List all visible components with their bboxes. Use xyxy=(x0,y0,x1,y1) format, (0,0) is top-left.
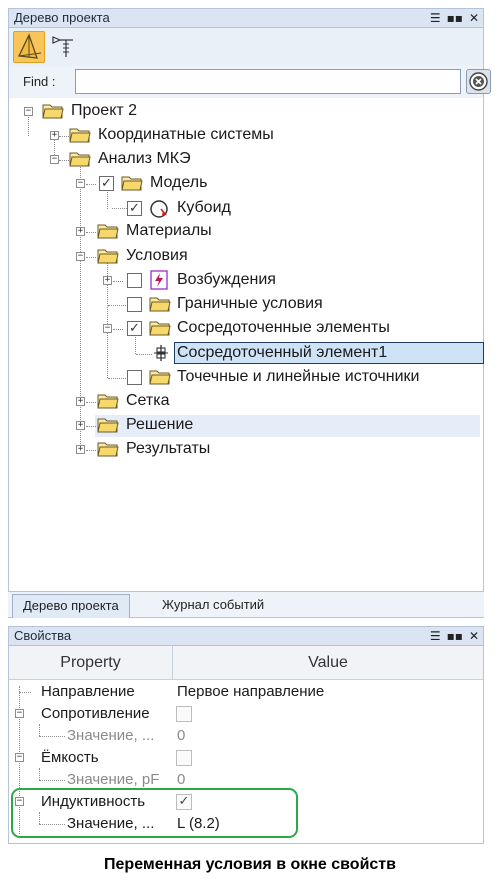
collapse-toggle[interactable]: − xyxy=(24,107,33,116)
collapse-toggle[interactable]: − xyxy=(15,753,24,762)
folder-icon xyxy=(149,321,171,336)
excitation-icon xyxy=(150,270,168,290)
tree-node-boundary-conditions[interactable]: Граничные условия xyxy=(177,294,323,314)
expand-toggle[interactable]: + xyxy=(76,445,85,454)
folder-icon xyxy=(69,128,91,143)
collapse-toggle[interactable]: − xyxy=(50,155,59,164)
constraint-tool-icon xyxy=(52,36,73,57)
property-value[interactable]: Первое направление xyxy=(177,681,324,703)
folder-icon xyxy=(149,370,171,385)
folder-icon xyxy=(149,297,171,312)
model-view-icon xyxy=(18,33,42,59)
tree-node-model[interactable]: Модель xyxy=(150,173,207,193)
column-header-property[interactable]: Property xyxy=(9,646,173,680)
collapse-toggle[interactable]: − xyxy=(15,709,24,718)
property-row[interactable]: Значение, ... 0 xyxy=(9,725,483,747)
find-bar: Find : xyxy=(8,66,491,98)
lumped-elements-checkbox[interactable]: ✓ xyxy=(127,321,142,336)
tree-node-lumped-element1[interactable]: Сосредоточенный элемент1 xyxy=(177,343,387,363)
tab-event-log[interactable]: Журнал событий xyxy=(152,594,274,618)
find-input[interactable] xyxy=(75,69,461,94)
lumped-element-icon xyxy=(154,345,168,361)
pin-icon[interactable]: ▪▪ xyxy=(447,628,463,644)
expand-toggle[interactable]: + xyxy=(103,276,112,285)
property-name: Сопротивление xyxy=(41,705,150,722)
property-value[interactable]: 0 xyxy=(177,725,185,747)
cuboid-checkbox[interactable]: ✓ xyxy=(127,201,142,216)
collapse-toggle[interactable]: − xyxy=(76,179,85,188)
folder-icon xyxy=(97,442,119,457)
property-name: Направление xyxy=(41,683,135,700)
collapse-toggle[interactable]: − xyxy=(103,324,112,333)
project-tree: − Проект 2 + Координатные системы − Анал… xyxy=(8,98,484,592)
capacitance-checkbox[interactable] xyxy=(176,750,192,766)
close-icon[interactable]: ✕ xyxy=(469,628,479,644)
folder-icon xyxy=(97,418,119,433)
folder-icon xyxy=(97,394,119,409)
tree-node-solution[interactable]: Решение xyxy=(126,415,193,435)
clear-search-button[interactable] xyxy=(466,69,491,94)
folder-icon xyxy=(97,224,119,239)
tree-node-project[interactable]: Проект 2 xyxy=(71,101,137,121)
property-row[interactable]: − Сопротивление xyxy=(9,703,483,725)
excitation-checkbox[interactable] xyxy=(127,273,142,288)
highlight-frame xyxy=(11,788,298,838)
project-tree-title: Дерево проекта xyxy=(14,10,110,25)
find-label: Find : xyxy=(23,74,56,89)
clear-search-icon xyxy=(469,72,488,91)
dock-menu-icon[interactable]: ☰ xyxy=(430,628,441,644)
model-checkbox[interactable]: ✓ xyxy=(99,176,114,191)
tree-toolbar xyxy=(8,28,484,66)
point-line-sources-checkbox[interactable] xyxy=(127,370,142,385)
boundary-conditions-checkbox[interactable] xyxy=(127,297,142,312)
panel-tabs: Дерево проекта Журнал событий xyxy=(8,592,484,618)
collapse-toggle[interactable]: − xyxy=(76,252,85,261)
property-name: Значение, ... xyxy=(67,727,155,744)
expand-toggle[interactable]: + xyxy=(76,397,85,406)
resistance-checkbox[interactable] xyxy=(176,706,192,722)
tree-node-fem-analysis[interactable]: Анализ МКЭ xyxy=(98,149,191,169)
column-header-value[interactable]: Value xyxy=(173,646,483,680)
pin-icon[interactable]: ▪▪ xyxy=(447,10,463,26)
property-row[interactable]: Направление Первое направление xyxy=(9,681,483,703)
tree-node-lumped-elements[interactable]: Сосредоточенные элементы xyxy=(177,318,390,338)
properties-title: Свойства xyxy=(14,628,72,643)
folder-icon xyxy=(42,104,64,119)
tree-node-point-line-sources[interactable]: Точечные и линейные источники xyxy=(177,367,419,387)
tree-node-cuboid[interactable]: Кубоид xyxy=(177,198,231,218)
close-icon[interactable]: ✕ xyxy=(469,10,479,26)
constraint-tool-button[interactable] xyxy=(49,31,81,63)
folder-icon xyxy=(97,249,119,264)
tab-project-tree[interactable]: Дерево проекта xyxy=(12,594,130,618)
tree-node-coordinate-systems[interactable]: Координатные системы xyxy=(98,125,274,145)
tree-node-conditions[interactable]: Условия xyxy=(126,246,188,266)
model-view-button[interactable] xyxy=(13,31,45,63)
tree-node-materials[interactable]: Материалы xyxy=(126,221,212,241)
figure-caption: Переменная условия в окне свойств xyxy=(104,856,396,873)
dock-menu-icon[interactable]: ☰ xyxy=(430,10,441,26)
cuboid-icon xyxy=(150,200,168,218)
expand-toggle[interactable]: + xyxy=(50,131,59,140)
tree-node-excitations[interactable]: Возбуждения xyxy=(177,270,276,290)
expand-toggle[interactable]: + xyxy=(76,421,85,430)
properties-titlebar: Свойства ☰ ▪▪ ✕ xyxy=(8,626,484,646)
tree-node-results[interactable]: Результаты xyxy=(126,439,210,459)
tree-node-mesh[interactable]: Сетка xyxy=(126,391,170,411)
folder-icon xyxy=(69,152,91,167)
folder-icon xyxy=(121,176,143,191)
project-tree-titlebar: Дерево проекта ☰ ▪▪ ✕ xyxy=(8,8,484,28)
property-row[interactable]: − Ёмкость xyxy=(9,747,483,769)
property-name: Ёмкость xyxy=(41,749,99,766)
expand-toggle[interactable]: + xyxy=(76,227,85,236)
